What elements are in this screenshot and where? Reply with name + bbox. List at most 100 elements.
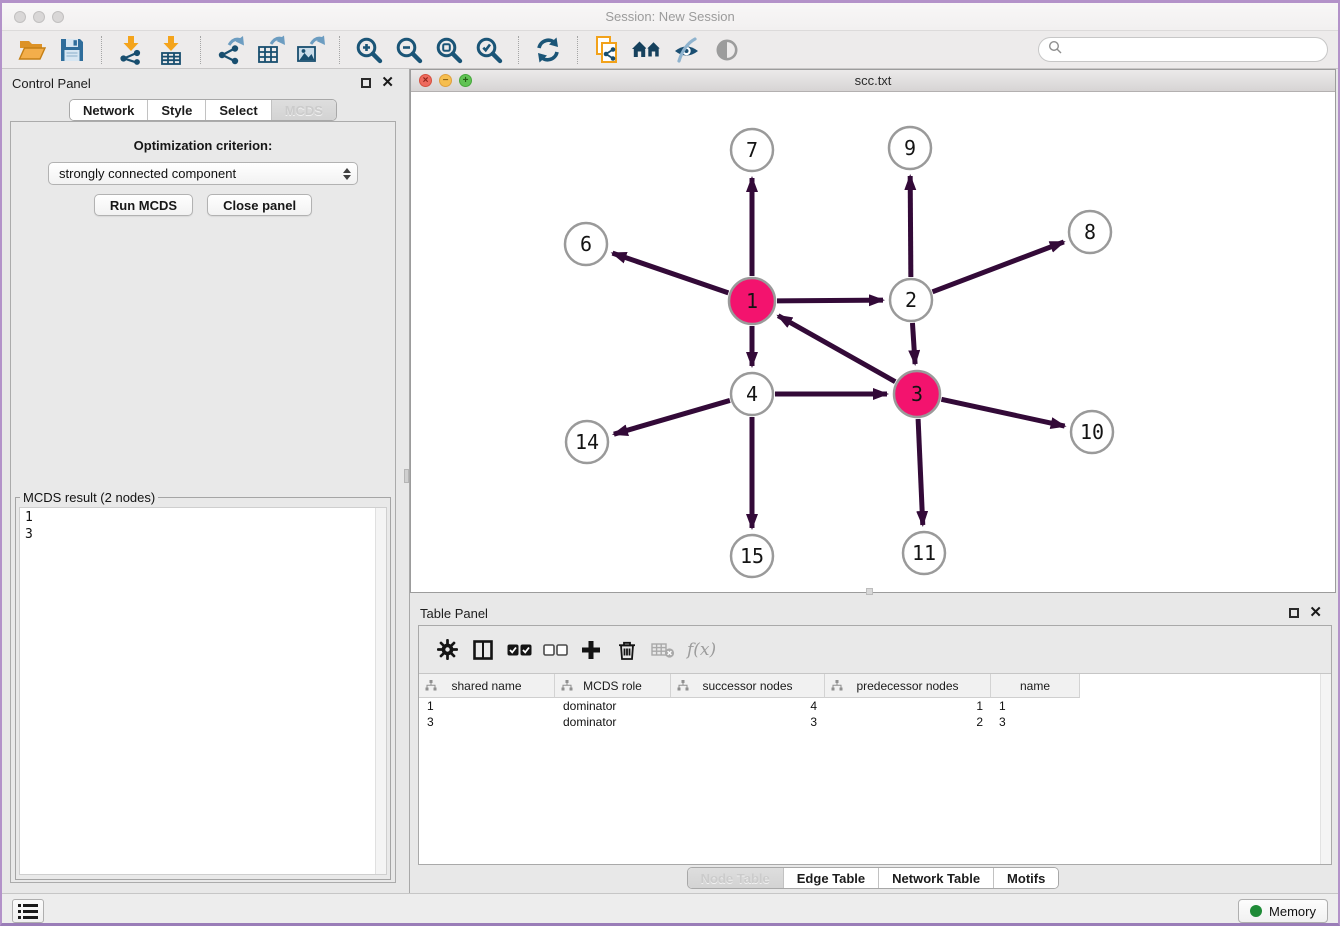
tab-style[interactable]: Style xyxy=(147,100,205,120)
float-panel-icon[interactable] xyxy=(1289,608,1299,618)
mcds-result-box[interactable]: 13 xyxy=(19,507,387,875)
table-row[interactable]: 1dominator411 xyxy=(419,698,1331,714)
search-input[interactable] xyxy=(1067,42,1318,57)
float-panel-icon[interactable] xyxy=(361,78,371,88)
graph-node-15[interactable]: 15 xyxy=(731,535,773,577)
main-toolbar xyxy=(2,31,1338,69)
deselect-checkboxes-icon[interactable] xyxy=(537,632,573,668)
graph-edge-2-3[interactable] xyxy=(912,323,915,364)
graph-edge-3-11[interactable] xyxy=(918,419,923,525)
toolbar-separator xyxy=(339,36,340,64)
maximize-window-icon[interactable] xyxy=(52,11,64,23)
delete-icon[interactable] xyxy=(609,632,645,668)
network-window-title: scc.txt xyxy=(411,73,1335,88)
network-canvas[interactable]: 7 9 6 8 1 2 4 3 14 10 15 11 xyxy=(411,92,1335,592)
graph-edge-3-1[interactable] xyxy=(778,316,895,382)
control-panel-title: Control Panel xyxy=(2,76,91,91)
graph-node-label: 14 xyxy=(575,430,599,454)
graph-node-9[interactable]: 9 xyxy=(889,127,931,169)
minimize-window-icon[interactable] xyxy=(33,11,45,23)
tab-network[interactable]: Network xyxy=(70,100,147,120)
network-maximize-icon[interactable]: + xyxy=(459,74,472,87)
graph-node-10[interactable]: 10 xyxy=(1071,411,1113,453)
window-resize-grip[interactable] xyxy=(866,588,873,595)
table-header-row: shared nameMCDS rolesuccessor nodesprede… xyxy=(419,674,1331,698)
tab-edge-table[interactable]: Edge Table xyxy=(783,868,878,888)
table-row[interactable]: 3dominator323 xyxy=(419,714,1331,730)
search-box[interactable] xyxy=(1038,37,1328,62)
toolbar-separator xyxy=(577,36,578,64)
hide-details-eye-icon[interactable] xyxy=(670,34,704,66)
import-table-icon[interactable] xyxy=(154,34,188,66)
close-panel-icon[interactable]: ✕ xyxy=(1309,607,1322,619)
tab-mcds[interactable]: MCDS xyxy=(271,100,336,120)
export-table-icon[interactable] xyxy=(253,34,287,66)
graph-edge-2-9[interactable] xyxy=(910,176,911,277)
add-column-icon[interactable] xyxy=(573,632,609,668)
window-controls[interactable] xyxy=(14,11,64,23)
open-folder-icon[interactable] xyxy=(15,34,49,66)
tab-network-table[interactable]: Network Table xyxy=(878,868,993,888)
table-cell: 1 xyxy=(825,698,991,714)
network-close-icon[interactable]: × xyxy=(419,74,432,87)
column-tree-icon xyxy=(425,680,437,691)
graph-node-label: 4 xyxy=(746,382,758,406)
graph-node-14[interactable]: 14 xyxy=(566,421,608,463)
result-scrollbar[interactable] xyxy=(375,508,386,874)
column-header-successor-nodes[interactable]: successor nodes xyxy=(671,674,825,698)
graph-node-2[interactable]: 2 xyxy=(890,279,932,321)
graph-edge-2-8[interactable] xyxy=(933,242,1064,292)
graph-node-4[interactable]: 4 xyxy=(731,373,773,415)
tab-node-table[interactable]: Node Table xyxy=(688,868,783,888)
graph-node-8[interactable]: 8 xyxy=(1069,211,1111,253)
graph-node-label: 7 xyxy=(746,138,758,162)
mcds-result-line: 1 xyxy=(25,509,381,526)
close-panel-button[interactable]: Close panel xyxy=(207,194,312,216)
task-list-button[interactable] xyxy=(12,899,44,923)
zoom-in-icon[interactable] xyxy=(352,34,386,66)
network-graph[interactable]: 7 9 6 8 1 2 4 3 14 10 15 11 xyxy=(411,92,1335,592)
tab-select[interactable]: Select xyxy=(205,100,270,120)
split-columns-icon[interactable] xyxy=(465,632,501,668)
zoom-selected-icon[interactable] xyxy=(472,34,506,66)
function-builder-icon: f(x) xyxy=(687,640,716,660)
column-tree-icon xyxy=(561,680,573,691)
combo-stepper-icon xyxy=(343,168,357,180)
graph-edge-3-10[interactable] xyxy=(941,399,1064,426)
gear-icon[interactable] xyxy=(429,632,465,668)
table-scrollbar[interactable] xyxy=(1320,674,1331,864)
import-network-icon[interactable] xyxy=(114,34,148,66)
graph-node-label: 1 xyxy=(746,289,758,313)
table-tabs: Node TableEdge TableNetwork TableMotifs xyxy=(687,867,1060,889)
criterion-select[interactable]: strongly connected component xyxy=(48,162,358,185)
select-all-checkboxes-icon[interactable] xyxy=(501,632,537,668)
graph-edge-1-2[interactable] xyxy=(777,300,883,301)
network-minimize-icon[interactable]: − xyxy=(439,74,452,87)
close-panel-icon[interactable]: ✕ xyxy=(381,77,394,89)
graph-edge-1-6[interactable] xyxy=(612,253,728,293)
graph-node-3[interactable]: 3 xyxy=(894,371,940,417)
column-header-predecessor-nodes[interactable]: predecessor nodes xyxy=(825,674,991,698)
graph-edge-4-14[interactable] xyxy=(614,400,730,434)
graph-node-label: 2 xyxy=(905,288,917,312)
run-mcds-button[interactable]: Run MCDS xyxy=(94,194,193,216)
export-image-icon[interactable] xyxy=(293,34,327,66)
zoom-fit-icon[interactable] xyxy=(432,34,466,66)
column-header-name[interactable]: name xyxy=(991,674,1080,698)
tab-motifs[interactable]: Motifs xyxy=(993,868,1058,888)
column-header-mcds-role[interactable]: MCDS role xyxy=(555,674,671,698)
memory-button[interactable]: Memory xyxy=(1238,899,1328,923)
close-window-icon[interactable] xyxy=(14,11,26,23)
export-network-icon[interactable] xyxy=(213,34,247,66)
graph-node-7[interactable]: 7 xyxy=(731,129,773,171)
copy-network-icon[interactable] xyxy=(590,34,624,66)
graph-node-6[interactable]: 6 xyxy=(565,223,607,265)
houses-icon[interactable] xyxy=(630,34,664,66)
save-icon[interactable] xyxy=(55,34,89,66)
network-window-titlebar[interactable]: × − + scc.txt xyxy=(411,70,1335,92)
column-header-shared-name[interactable]: shared name xyxy=(419,674,555,698)
zoom-out-icon[interactable] xyxy=(392,34,426,66)
graph-node-11[interactable]: 11 xyxy=(903,532,945,574)
refresh-icon[interactable] xyxy=(531,34,565,66)
graph-node-1[interactable]: 1 xyxy=(729,278,775,324)
